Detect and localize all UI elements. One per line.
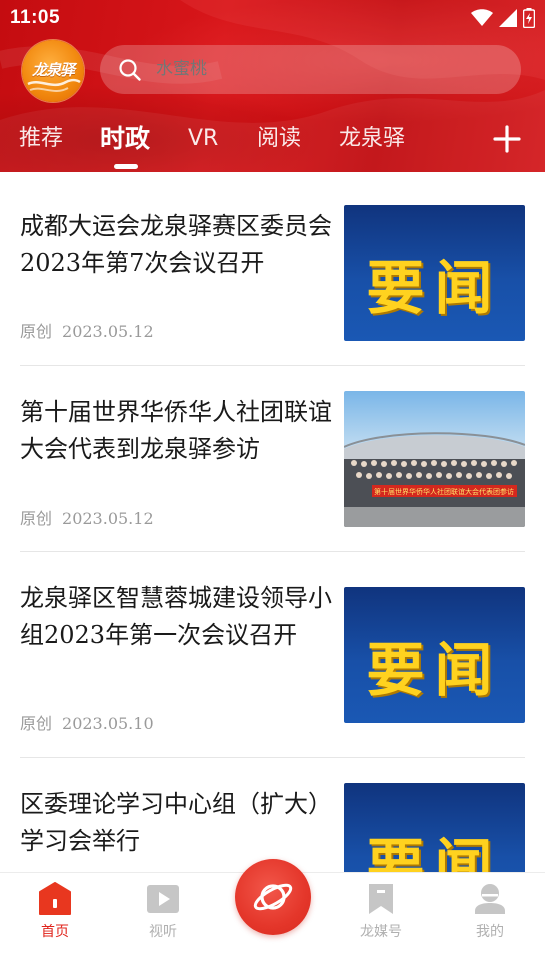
active-tab-indicator	[114, 164, 138, 169]
nav-video[interactable]: 视听	[118, 881, 208, 941]
news-thumbnail[interactable]: 要闻	[344, 783, 525, 872]
news-thumbnail-photo[interactable]: 第十届世界华侨华人社团联谊大会代表团参访	[344, 391, 525, 527]
tab-reading[interactable]: 阅读	[257, 122, 301, 156]
nav-home[interactable]: 首页	[10, 881, 100, 941]
news-thumbnail[interactable]: 要闻	[344, 205, 525, 341]
news-source: 原创	[20, 509, 53, 528]
group-photo-image: 第十届世界华侨华人社团联谊大会代表团参访	[344, 432, 525, 527]
thumbnail-caption: 要闻	[366, 832, 503, 872]
nav-profile-label: 我的	[476, 924, 504, 940]
play-icon	[147, 885, 179, 913]
user-icon	[475, 884, 505, 914]
status-icons	[471, 8, 535, 28]
news-feed[interactable]: 成都大运会龙泉驿赛区委员会2023年第7次会议召开 原创 2023.05.12 要…	[0, 172, 545, 872]
bottom-navigation: 首页 视听 龙媒号 我的	[0, 859, 545, 970]
nav-media-label: 龙媒号	[360, 924, 402, 940]
tab-longquanyi[interactable]: 龙泉驿	[339, 122, 405, 156]
news-source: 原创	[20, 322, 53, 341]
nav-media[interactable]: 龙媒号	[336, 881, 426, 941]
battery-icon	[523, 8, 535, 28]
tab-politics[interactable]: 时政	[100, 122, 150, 156]
status-bar: 11:05	[0, 0, 545, 36]
news-title[interactable]: 龙泉驿区智慧蓉城建设领导小组2023年第一次会议召开	[20, 580, 335, 654]
news-item[interactable]: 龙泉驿区智慧蓉城建设领导小组2023年第一次会议召开 原创 2023.05.10 …	[0, 552, 545, 758]
nav-home-label: 首页	[41, 924, 69, 940]
tab-recommend[interactable]: 推荐	[19, 122, 63, 156]
news-date: 2023.05.12	[62, 509, 154, 528]
banner-text: 第十届世界华侨华人社团联谊大会代表团参访	[374, 487, 514, 496]
news-title[interactable]: 成都大运会龙泉驿赛区委员会2023年第7次会议召开	[20, 208, 335, 282]
tab-vr[interactable]: VR	[188, 122, 218, 156]
news-thumbnail[interactable]: 要闻	[344, 587, 525, 723]
home-icon	[39, 882, 71, 915]
planet-icon	[253, 883, 293, 911]
add-channel-icon[interactable]	[492, 124, 522, 154]
search-icon	[119, 59, 141, 81]
bookmark-icon	[369, 884, 393, 914]
wifi-icon	[471, 9, 493, 26]
search-bar[interactable]	[100, 45, 521, 94]
news-title[interactable]: 第十届世界华侨华人社团联谊大会代表到龙泉驿参访	[20, 394, 335, 468]
news-item[interactable]: 成都大运会龙泉驿赛区委员会2023年第7次会议召开 原创 2023.05.12 要…	[0, 172, 545, 366]
nav-profile[interactable]: 我的	[445, 881, 535, 941]
header: 11:05 龙泉驿 推荐 时政	[0, 0, 545, 172]
center-discover-button[interactable]	[235, 859, 311, 935]
nav-video-label: 视听	[149, 924, 177, 940]
news-meta: 原创 2023.05.10	[20, 710, 154, 734]
app-logo[interactable]: 龙泉驿	[22, 40, 84, 102]
news-source: 原创	[20, 714, 53, 733]
news-title[interactable]: 区委理论学习中心组（扩大）学习会举行	[20, 786, 335, 860]
channel-tabs: 推荐 时政 VR 阅读 龙泉驿	[0, 114, 545, 169]
news-date: 2023.05.12	[62, 322, 154, 341]
news-meta: 原创 2023.05.12	[20, 318, 154, 342]
thumbnail-caption: 要闻	[366, 636, 503, 704]
logo-text: 龙泉驿	[31, 61, 75, 79]
status-time: 11:05	[10, 7, 61, 28]
news-item[interactable]: 第十届世界华侨华人社团联谊大会代表到龙泉驿参访 原创 2023.05.12 第十…	[0, 366, 545, 552]
news-item[interactable]: 区委理论学习中心组（扩大）学习会举行 要闻	[0, 758, 545, 872]
signal-icon	[499, 9, 517, 27]
news-meta: 原创 2023.05.12	[20, 505, 154, 529]
news-date: 2023.05.10	[62, 714, 154, 733]
search-input[interactable]	[156, 45, 496, 94]
thumbnail-caption: 要闻	[366, 254, 503, 322]
